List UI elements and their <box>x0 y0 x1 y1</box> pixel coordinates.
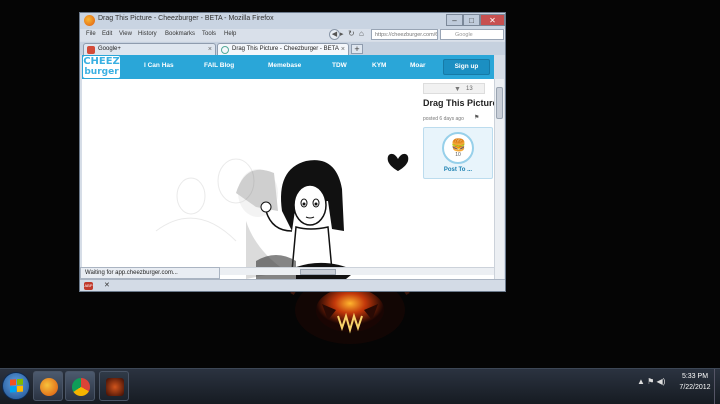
post-sidebar: ▼ 13 Drag This Picture posted 6 days ago… <box>419 79 494 279</box>
menu-bookmarks[interactable]: Bookmarks <box>165 31 195 37</box>
menu-tools[interactable]: Tools <box>202 31 216 37</box>
google-plus-icon <box>87 46 95 54</box>
new-tab-button[interactable]: + <box>351 44 363 54</box>
title-bar[interactable]: Drag This Picture - Cheezburger - BETA -… <box>80 13 505 29</box>
nav-tdw[interactable]: TDW <box>332 62 347 69</box>
menu-view[interactable]: View <box>119 31 132 37</box>
post-image-area <box>96 81 414 279</box>
nav-i-can-has[interactable]: I Can Has <box>144 62 174 69</box>
wallpaper-demon-image <box>290 280 410 344</box>
close-button[interactable]: ✕ <box>480 14 505 26</box>
web-page: CHEEZ burger I Can Has FAIL Blog Memebas… <box>82 55 494 279</box>
firefox-window: Drag This Picture - Cheezburger - BETA -… <box>79 12 506 292</box>
chrome-icon <box>72 378 90 396</box>
forward-button[interactable]: ▸ <box>340 30 344 38</box>
taskbar: ▲ ⚑ ◀) 5:33 PM 7/22/2012 <box>0 368 720 404</box>
firefox-icon <box>40 378 58 396</box>
menu-help[interactable]: Help <box>224 31 236 37</box>
search-input[interactable]: Google <box>440 29 504 40</box>
menu-file[interactable]: File <box>86 31 96 37</box>
addon-bar: ABP ✕ <box>80 279 505 291</box>
reload-button[interactable]: ↻ <box>348 29 355 38</box>
tab-label: Drag This Picture - Cheezburger - BETA <box>232 46 339 52</box>
taskbar-diablo[interactable] <box>99 371 129 401</box>
tab-cheezburger[interactable]: Drag This Picture - Cheezburger - BETA × <box>217 43 349 55</box>
nav-memebase[interactable]: Memebase <box>268 62 301 69</box>
tab-strip: Google+ × Drag This Picture - Cheezburge… <box>80 42 505 55</box>
url-bar[interactable]: https://cheezburger.com/6430967385 <box>371 29 438 40</box>
nav-moar[interactable]: Moar <box>410 62 426 69</box>
status-bar: Waiting for app.cheezburger.com... <box>80 267 220 279</box>
burger-icon: 🍔 <box>451 138 466 152</box>
flag-icon[interactable]: ⚑ <box>474 114 479 121</box>
cheezburger-logo[interactable]: CHEEZ burger <box>83 56 120 78</box>
diablo-icon <box>106 378 124 396</box>
nav-fail-blog[interactable]: FAIL Blog <box>204 62 234 69</box>
taskbar-chrome[interactable] <box>65 371 95 401</box>
minimize-button[interactable]: – <box>446 14 463 26</box>
comic-drawing-image[interactable] <box>96 81 414 279</box>
home-button[interactable]: ⌂ <box>359 29 364 38</box>
logo-text-top: CHEEZ <box>83 56 120 67</box>
windows-logo-icon <box>10 378 23 393</box>
nav-kym[interactable]: KYM <box>372 62 386 69</box>
desktop: Drag This Picture - Cheezburger - BETA -… <box>0 0 720 404</box>
window-title: Drag This Picture - Cheezburger - BETA -… <box>98 15 274 22</box>
post-to-card[interactable]: 🍔 10 Post To ... <box>423 127 493 179</box>
menu-history[interactable]: History <box>138 31 157 37</box>
vertical-scrollbar[interactable] <box>494 79 504 279</box>
post-to-label: Post To ... <box>443 167 473 173</box>
vote-count: 13 <box>466 86 473 92</box>
loading-spinner-icon <box>221 46 229 54</box>
maximize-button[interactable]: □ <box>463 14 480 26</box>
system-tray-icons[interactable]: ▲ ⚑ ◀) <box>637 377 665 386</box>
tab-label: Google+ <box>98 46 121 52</box>
tab-close-icon[interactable]: × <box>208 44 212 55</box>
site-navbar: CHEEZ burger I Can Has FAIL Blog Memebas… <box>82 55 494 79</box>
show-desktop-button[interactable] <box>714 369 720 404</box>
vertical-scroll-thumb[interactable] <box>496 87 503 119</box>
clock-time[interactable]: 5:33 PM <box>678 373 712 380</box>
posted-meta: posted 6 days ago <box>423 116 464 122</box>
addon-bar-close-icon[interactable]: ✕ <box>104 281 110 289</box>
sign-up-button[interactable]: Sign up <box>443 59 490 75</box>
back-button[interactable]: ◀ <box>329 29 340 40</box>
clock-date[interactable]: 7/22/2012 <box>678 384 712 391</box>
tab-close-icon[interactable]: × <box>341 44 345 55</box>
firefox-icon <box>84 15 95 26</box>
post-title: Drag This Picture <box>423 98 494 108</box>
horizontal-scroll-thumb[interactable] <box>300 269 336 275</box>
adblock-icon[interactable]: ABP <box>84 282 93 290</box>
tab-google-plus[interactable]: Google+ × <box>83 43 216 55</box>
thumbs-down-icon[interactable]: ▼ <box>454 85 461 95</box>
badge-count: 10 <box>455 152 461 158</box>
taskbar-firefox[interactable] <box>33 371 63 401</box>
vote-box[interactable]: ▼ 13 <box>423 83 485 94</box>
menu-edit[interactable]: Edit <box>102 31 112 37</box>
logo-text-bottom: burger <box>84 67 119 77</box>
start-button[interactable] <box>2 372 30 400</box>
burger-badge: 🍔 10 <box>442 132 474 164</box>
